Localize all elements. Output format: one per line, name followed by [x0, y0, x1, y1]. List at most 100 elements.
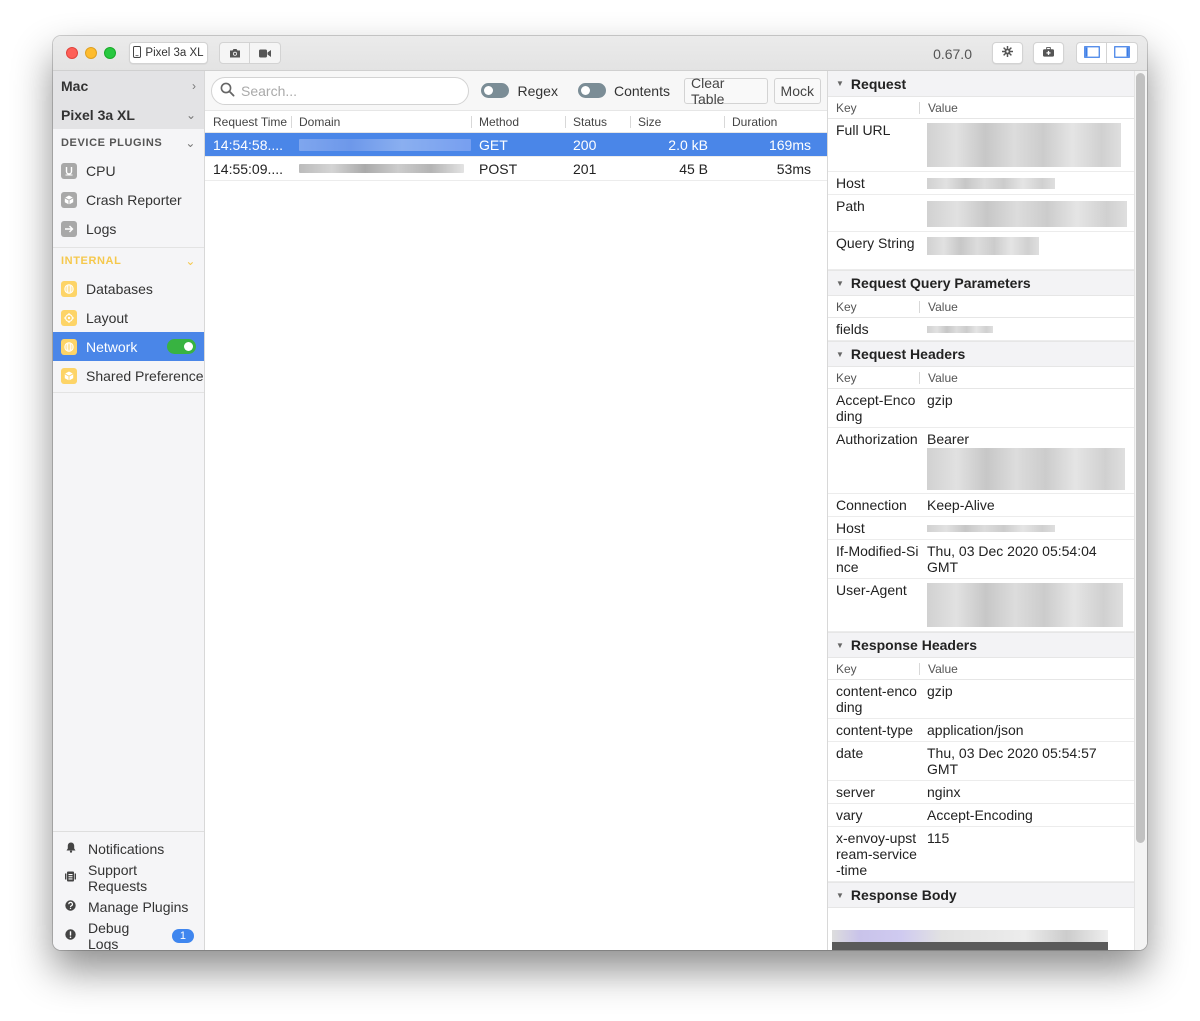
kv-value [919, 520, 1134, 536]
network-plugin-toggle[interactable] [167, 339, 196, 354]
kv-row: server nginx [828, 781, 1134, 804]
kv-value [919, 582, 1134, 628]
sidebar-item-label: Logs [86, 220, 117, 237]
contents-toggle[interactable] [577, 83, 606, 98]
kv-value: nginx [927, 784, 961, 800]
toggle-right-sidebar-button[interactable] [1107, 42, 1138, 64]
section-internal[interactable]: INTERNAL ⌄ [53, 247, 204, 274]
kv-value [919, 321, 1134, 337]
redacted-value [927, 448, 1125, 490]
chevron-down-icon: ⌄ [185, 254, 196, 268]
regex-toggle[interactable] [481, 83, 510, 98]
sidebar-item-cpu[interactable]: CPU [53, 156, 204, 185]
redacted-domain [299, 138, 471, 151]
section-response-body[interactable]: ▼ Response Body [828, 882, 1134, 908]
device-row-mac[interactable]: Mac › [53, 71, 204, 100]
column-header-status[interactable]: Status [565, 111, 630, 132]
sidebar-item-label: Databases [86, 280, 153, 297]
support-button[interactable] [1033, 42, 1064, 64]
clear-table-button[interactable]: Clear Table [684, 75, 768, 107]
redacted-value [927, 525, 1055, 532]
section-response-headers[interactable]: ▼ Response Headers [828, 632, 1134, 658]
medkit-icon [1043, 46, 1054, 60]
cell-duration: 53ms [776, 160, 811, 177]
section-request-headers[interactable]: ▼ Request Headers [828, 341, 1134, 367]
value-column-header: Value [919, 300, 958, 314]
bell-icon [65, 842, 76, 856]
kv-key: Host [836, 520, 865, 536]
minimize-window-button[interactable] [85, 47, 97, 59]
column-header-duration[interactable]: Duration [724, 111, 827, 132]
section-title: Request Headers [850, 346, 966, 362]
device-name: Mac [61, 77, 89, 94]
device-selector-button[interactable]: Pixel 3a XL [129, 42, 208, 64]
cell-request-time: 14:54:58.... [213, 136, 284, 153]
sidebar-item-network[interactable]: Network [53, 332, 204, 361]
video-camera-icon [259, 46, 271, 61]
search-field[interactable] [211, 76, 470, 105]
globe-icon [61, 338, 77, 355]
kv-key: content-encoding [836, 683, 917, 715]
detail-scroll-track [1134, 71, 1147, 950]
kv-row: content-encoding gzip [828, 680, 1134, 719]
globe-icon [61, 280, 77, 297]
section-title: Request Query Parameters [850, 275, 1031, 291]
sidebar-item-debug-logs[interactable]: Debug Logs 1 [53, 919, 204, 951]
mock-button[interactable]: Mock [773, 77, 821, 104]
sidebar-item-label: Debug Logs [88, 919, 130, 951]
kv-row: Path [828, 195, 1134, 232]
response-body-preview [828, 908, 1134, 950]
sidebar-item-notifications[interactable]: Notifications [53, 834, 204, 863]
sidebar-item-layout[interactable]: Layout [53, 303, 204, 332]
kv-value [919, 198, 1134, 228]
column-header-method[interactable]: Method [471, 111, 565, 132]
record-button[interactable] [250, 42, 281, 64]
sidebar-item-label: Support Requests [88, 861, 148, 894]
search-input[interactable] [241, 82, 441, 99]
sidebar-item-logs[interactable]: Logs [53, 214, 204, 243]
kv-key: If-Modified-Since [836, 543, 919, 575]
cell-status: 200 [573, 136, 597, 153]
redacted-value [927, 123, 1121, 167]
kv-key: Authorization [836, 431, 918, 447]
sidebar-item-crash-reporter[interactable]: Crash Reporter [53, 185, 204, 214]
section-request[interactable]: ▼ Request [828, 71, 1134, 97]
column-header-request-time[interactable]: Request Time [205, 111, 291, 132]
screenshot-button[interactable] [219, 42, 250, 64]
maximize-window-button[interactable] [104, 47, 116, 59]
version-label: 0.67.0 [933, 46, 972, 62]
disclosure-triangle-icon: ▼ [836, 640, 844, 650]
section-device-plugins[interactable]: DEVICE PLUGINS ⌄ [53, 129, 204, 156]
cube-icon [61, 191, 77, 208]
kv-header: Key Value [828, 658, 1134, 680]
sidebar-item-manage-plugins[interactable]: Manage Plugins [53, 892, 204, 921]
sidebar-item-support-requests[interactable]: Support Requests [53, 861, 204, 894]
section-title: Response Body [850, 887, 957, 903]
value-column-header: Value [919, 371, 958, 385]
debug-logs-count-badge: 1 [171, 928, 194, 943]
device-row-pixel[interactable]: Pixel 3a XL ⌄ [53, 100, 204, 129]
kv-row: Full URL [828, 119, 1134, 172]
column-header-size[interactable]: Size [630, 111, 724, 132]
sidebar-item-databases[interactable]: Databases [53, 274, 204, 303]
kv-key: Accept-Encoding [836, 392, 916, 424]
toggle-left-sidebar-button[interactable] [1076, 42, 1107, 64]
search-icon [220, 82, 235, 100]
section-request-query-parameters[interactable]: ▼ Request Query Parameters [828, 270, 1134, 296]
table-row[interactable]: 14:55:09.... POST 201 45 B 53ms [205, 157, 827, 181]
media-button-group [219, 42, 281, 64]
column-header-domain[interactable]: Domain [291, 111, 471, 132]
clipboard-icon [65, 871, 76, 885]
kv-row: Authorization Bearer [828, 428, 1134, 494]
kv-header: Key Value [828, 296, 1134, 318]
close-window-button[interactable] [66, 47, 78, 59]
cell-size: 45 B [679, 160, 708, 177]
cell-status: 201 [573, 160, 597, 177]
table-row[interactable]: 14:54:58.... GET 200 2.0 kB 169ms [205, 133, 827, 157]
kv-key: Full URL [836, 122, 891, 138]
key-column-header: Key [836, 661, 857, 676]
kv-value: Bearer [919, 431, 1134, 490]
sidebar-item-shared-preferences[interactable]: Shared Preferences [53, 361, 204, 390]
settings-button[interactable] [992, 42, 1023, 64]
detail-scrollbar-thumb[interactable] [1136, 73, 1145, 843]
